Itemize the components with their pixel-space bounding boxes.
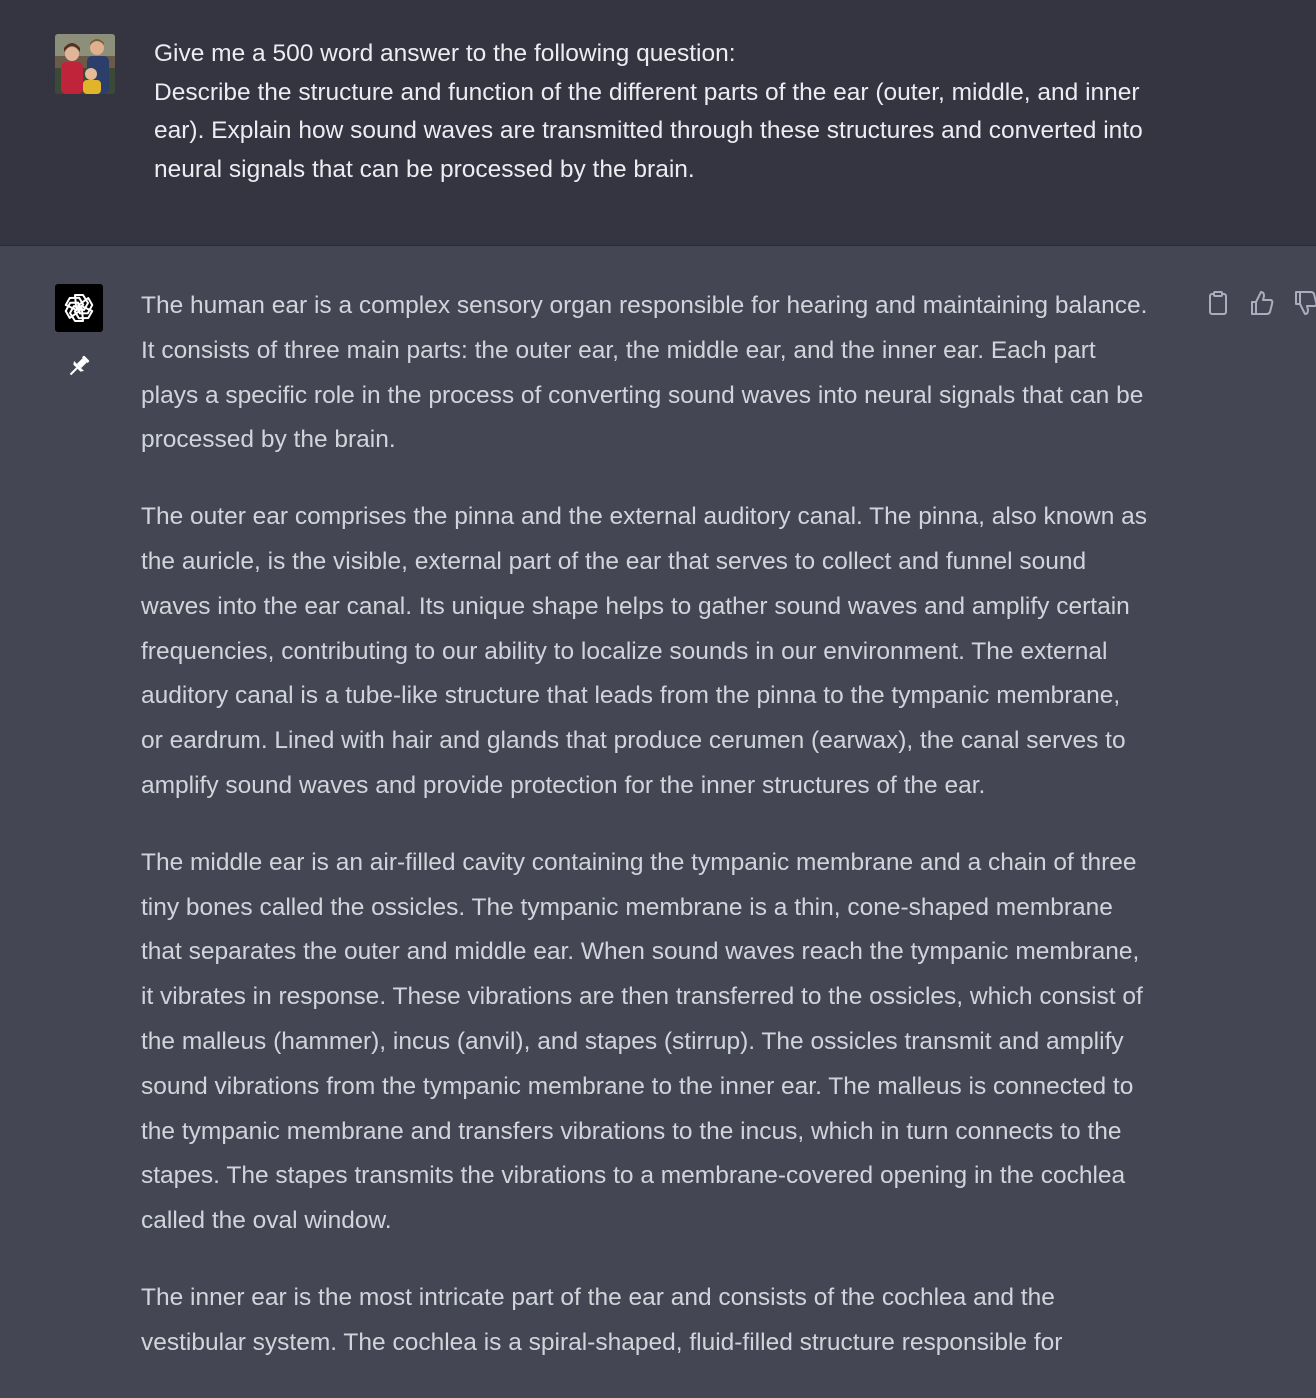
openai-logo-icon xyxy=(64,294,94,322)
family-photo-avatar xyxy=(55,34,115,94)
user-message-line: Give me a 500 word answer to the followi… xyxy=(154,40,736,67)
user-message-line: ear). Explain how sound waves are transm… xyxy=(154,117,1143,144)
answer-line: stapes. The stapes transmits the vibrati… xyxy=(141,1162,1126,1190)
user-message-text: Give me a 500 word answer to the followi… xyxy=(154,35,1214,189)
answer-line: called the oval window. xyxy=(141,1207,392,1235)
answer-line: sound vibrations from the tympanic membr… xyxy=(141,1072,1134,1100)
answer-line: vestibular system. The cochlea is a spir… xyxy=(141,1328,1063,1356)
answer-line: The human ear is a complex sensory organ… xyxy=(141,292,1148,319)
answer-line: amplify sound waves and provide protecti… xyxy=(141,771,986,799)
assistant-avatar xyxy=(55,284,103,332)
answer-line: it vibrates in response. These vibration… xyxy=(141,983,1143,1011)
answer-line: The outer ear comprises the pinna and th… xyxy=(141,503,1148,531)
answer-line: waves into the ear canal. Its unique sha… xyxy=(141,592,1130,620)
user-message-line: neural signals that can be processed by … xyxy=(154,155,695,183)
copy-button[interactable] xyxy=(1204,289,1232,317)
user-message: Give me a 500 word answer to the followi… xyxy=(0,0,1316,246)
answer-line: frequencies, contributing to our ability… xyxy=(141,637,1108,665)
answer-paragraph: The human ear is a complex sensory organ… xyxy=(141,284,1201,463)
answer-line: the malleus (hammer), incus (anvil), and… xyxy=(141,1027,1124,1055)
answer-line: the auricle, is the visible, external pa… xyxy=(141,547,1087,575)
thumbs-up-icon[interactable] xyxy=(1248,289,1276,317)
clipboard-icon[interactable] xyxy=(1204,289,1232,317)
answer-paragraph: The outer ear comprises the pinna and th… xyxy=(141,495,1201,809)
answer-line: that separates the outer and middle ear.… xyxy=(141,938,1140,966)
answer-paragraph: The middle ear is an air-filled cavity c… xyxy=(141,841,1201,1244)
assistant-answer-text: The human ear is a complex sensory organ… xyxy=(141,284,1201,1398)
answer-paragraph: The inner ear is the most intricate part… xyxy=(141,1276,1201,1366)
answer-line: plays a specific role in the process of … xyxy=(141,381,1144,409)
thumbs-up-button[interactable] xyxy=(1248,289,1276,317)
answer-line: The middle ear is an air-filled cavity c… xyxy=(141,848,1137,876)
answer-line: The inner ear is the most intricate part… xyxy=(141,1283,1055,1311)
answer-line: tiny bones called the ossicles. The tymp… xyxy=(141,893,1113,921)
thumbs-down-icon[interactable] xyxy=(1292,289,1316,317)
answer-line: or eardrum. Lined with hair and glands t… xyxy=(141,727,1126,755)
user-avatar xyxy=(55,34,115,94)
user-message-line: Describe the structure and function of t… xyxy=(154,78,1140,106)
answer-line: It consists of three main parts: the out… xyxy=(141,336,1096,364)
answer-line: auditory canal is a tube-like structure … xyxy=(141,682,1121,710)
pin-icon[interactable] xyxy=(65,352,93,380)
answer-line: processed by the brain. xyxy=(141,426,396,454)
thumbs-down-button[interactable] xyxy=(1292,289,1316,317)
answer-line: the tympanic membrane and transfers vibr… xyxy=(141,1117,1122,1145)
